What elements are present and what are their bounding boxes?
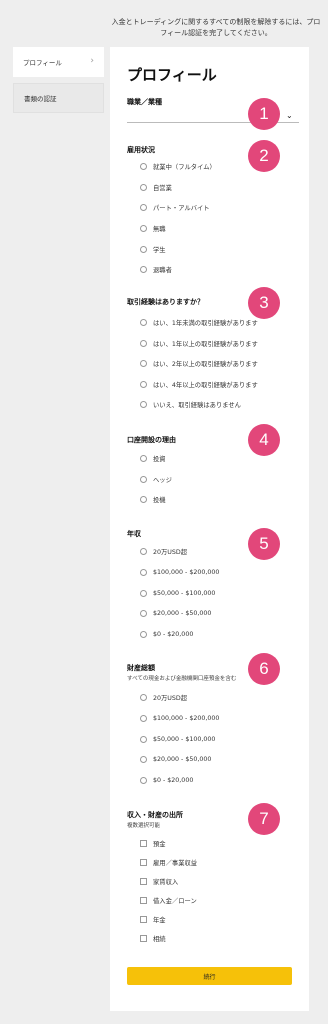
continue-button[interactable]: 続行	[127, 967, 292, 985]
radio-button[interactable]	[140, 203, 147, 211]
income-option[interactable]: $50,000 - $100,000	[140, 588, 215, 598]
radio-button[interactable]	[140, 162, 147, 170]
radio-button[interactable]	[140, 339, 147, 347]
radio-button[interactable]	[140, 735, 147, 743]
employment-option[interactable]: パート・アルバイト	[140, 202, 210, 212]
sidebar-item-label: プロフィール	[23, 59, 62, 67]
radio-button[interactable]	[140, 714, 147, 722]
purpose-label: 口座開設の理由	[127, 436, 176, 444]
checkbox[interactable]	[140, 839, 147, 847]
income-option[interactable]: $100,000 - $200,000	[140, 567, 219, 577]
sources-option[interactable]: 預金	[140, 838, 166, 848]
radio-button[interactable]	[140, 475, 147, 483]
experience-option[interactable]: はい、4年以上の取引経験があります	[140, 379, 258, 389]
step-badge-2: 2	[248, 140, 280, 172]
assets-option[interactable]: $20,000 - $50,000	[140, 754, 211, 764]
sources-option[interactable]: 借入金／ローン	[140, 895, 197, 905]
sidebar: プロフィール › 書類の認証	[13, 47, 104, 113]
experience-option[interactable]: いいえ、取引経験はありません	[140, 399, 241, 409]
sources-sublabel: 複数選択可能	[127, 823, 161, 829]
experience-option[interactable]: はい、2年以上の取引経験があります	[140, 358, 258, 368]
employment-option[interactable]: 就業中（フルタイム）	[140, 161, 216, 171]
radio-button[interactable]	[140, 547, 147, 555]
assets-option[interactable]: 20万USD超	[140, 692, 187, 702]
checkbox[interactable]	[140, 858, 147, 866]
step-badge-7: 7	[248, 803, 280, 835]
page-title: プロフィール	[127, 66, 217, 84]
employment-option[interactable]: 無職	[140, 223, 166, 233]
radio-button[interactable]	[140, 776, 147, 784]
checkbox[interactable]	[140, 915, 147, 923]
radio-button[interactable]	[140, 245, 147, 253]
radio-button[interactable]	[140, 380, 147, 388]
step-badge-5: 5	[248, 528, 280, 560]
step-badge-3: 3	[248, 287, 280, 319]
sources-option[interactable]: 雇用／事業収益	[140, 857, 197, 867]
occupation-label: 職業／業種	[127, 98, 162, 106]
assets-option[interactable]: $100,000 - $200,000	[140, 713, 219, 723]
checkbox[interactable]	[140, 877, 147, 885]
sources-option[interactable]: 家賃収入	[140, 876, 178, 886]
sources-option[interactable]: 年金	[140, 914, 166, 924]
sidebar-item-documents[interactable]: 書類の認証	[13, 83, 104, 113]
radio-button[interactable]	[140, 454, 147, 462]
radio-button[interactable]	[140, 265, 147, 273]
radio-button[interactable]	[140, 183, 147, 191]
radio-button[interactable]	[140, 400, 147, 408]
radio-button[interactable]	[140, 224, 147, 232]
chevron-down-icon[interactable]: ⌄	[286, 111, 293, 120]
purpose-option[interactable]: 投資	[140, 453, 166, 463]
sidebar-item-label: 書類の認証	[24, 95, 57, 103]
step-badge-6: 6	[248, 653, 280, 685]
purpose-option[interactable]: ヘッジ	[140, 474, 172, 484]
chevron-right-icon: ›	[90, 56, 94, 66]
income-option[interactable]: 20万USD超	[140, 546, 187, 556]
assets-sublabel: すべての現金および金融機関口座預金を含む	[127, 676, 237, 682]
step-badge-4: 4	[248, 424, 280, 456]
radio-button[interactable]	[140, 630, 147, 638]
income-label: 年収	[127, 530, 141, 538]
radio-button[interactable]	[140, 589, 147, 597]
radio-button[interactable]	[140, 755, 147, 763]
sidebar-item-profile[interactable]: プロフィール ›	[13, 47, 104, 77]
profile-form: プロフィール 職業／業種 ⌄ 1 雇用状況 2 就業中（フルタイム） 自営業 パ…	[110, 47, 309, 1011]
checkbox[interactable]	[140, 896, 147, 904]
employment-option[interactable]: 退職者	[140, 264, 172, 274]
employment-label: 雇用状況	[127, 146, 155, 154]
income-option[interactable]: $0 - $20,000	[140, 629, 193, 639]
radio-button[interactable]	[140, 318, 147, 326]
assets-option[interactable]: $0 - $20,000	[140, 775, 193, 785]
employment-option[interactable]: 自営業	[140, 182, 172, 192]
sources-option[interactable]: 相続	[140, 933, 166, 943]
radio-button[interactable]	[140, 693, 147, 701]
employment-option[interactable]: 学生	[140, 244, 166, 254]
assets-option[interactable]: $50,000 - $100,000	[140, 734, 215, 744]
profile-notice: 入金とトレーディングに関するすべての制限を解除するには、プロフィール認証を完了し…	[111, 18, 321, 37]
assets-label: 財産総額	[127, 664, 155, 672]
radio-button[interactable]	[140, 359, 147, 367]
radio-button[interactable]	[140, 495, 147, 503]
sources-label: 収入・財産の出所	[127, 811, 183, 819]
checkbox[interactable]	[140, 934, 147, 942]
radio-button[interactable]	[140, 609, 147, 617]
step-badge-1: 1	[248, 98, 280, 130]
radio-button[interactable]	[140, 568, 147, 576]
purpose-option[interactable]: 投機	[140, 494, 166, 504]
experience-option[interactable]: はい、1年未満の取引経験があります	[140, 317, 258, 327]
experience-label: 取引経験はありますか？	[127, 298, 204, 306]
experience-option[interactable]: はい、1年以上の取引経験があります	[140, 338, 258, 348]
income-option[interactable]: $20,000 - $50,000	[140, 608, 211, 618]
